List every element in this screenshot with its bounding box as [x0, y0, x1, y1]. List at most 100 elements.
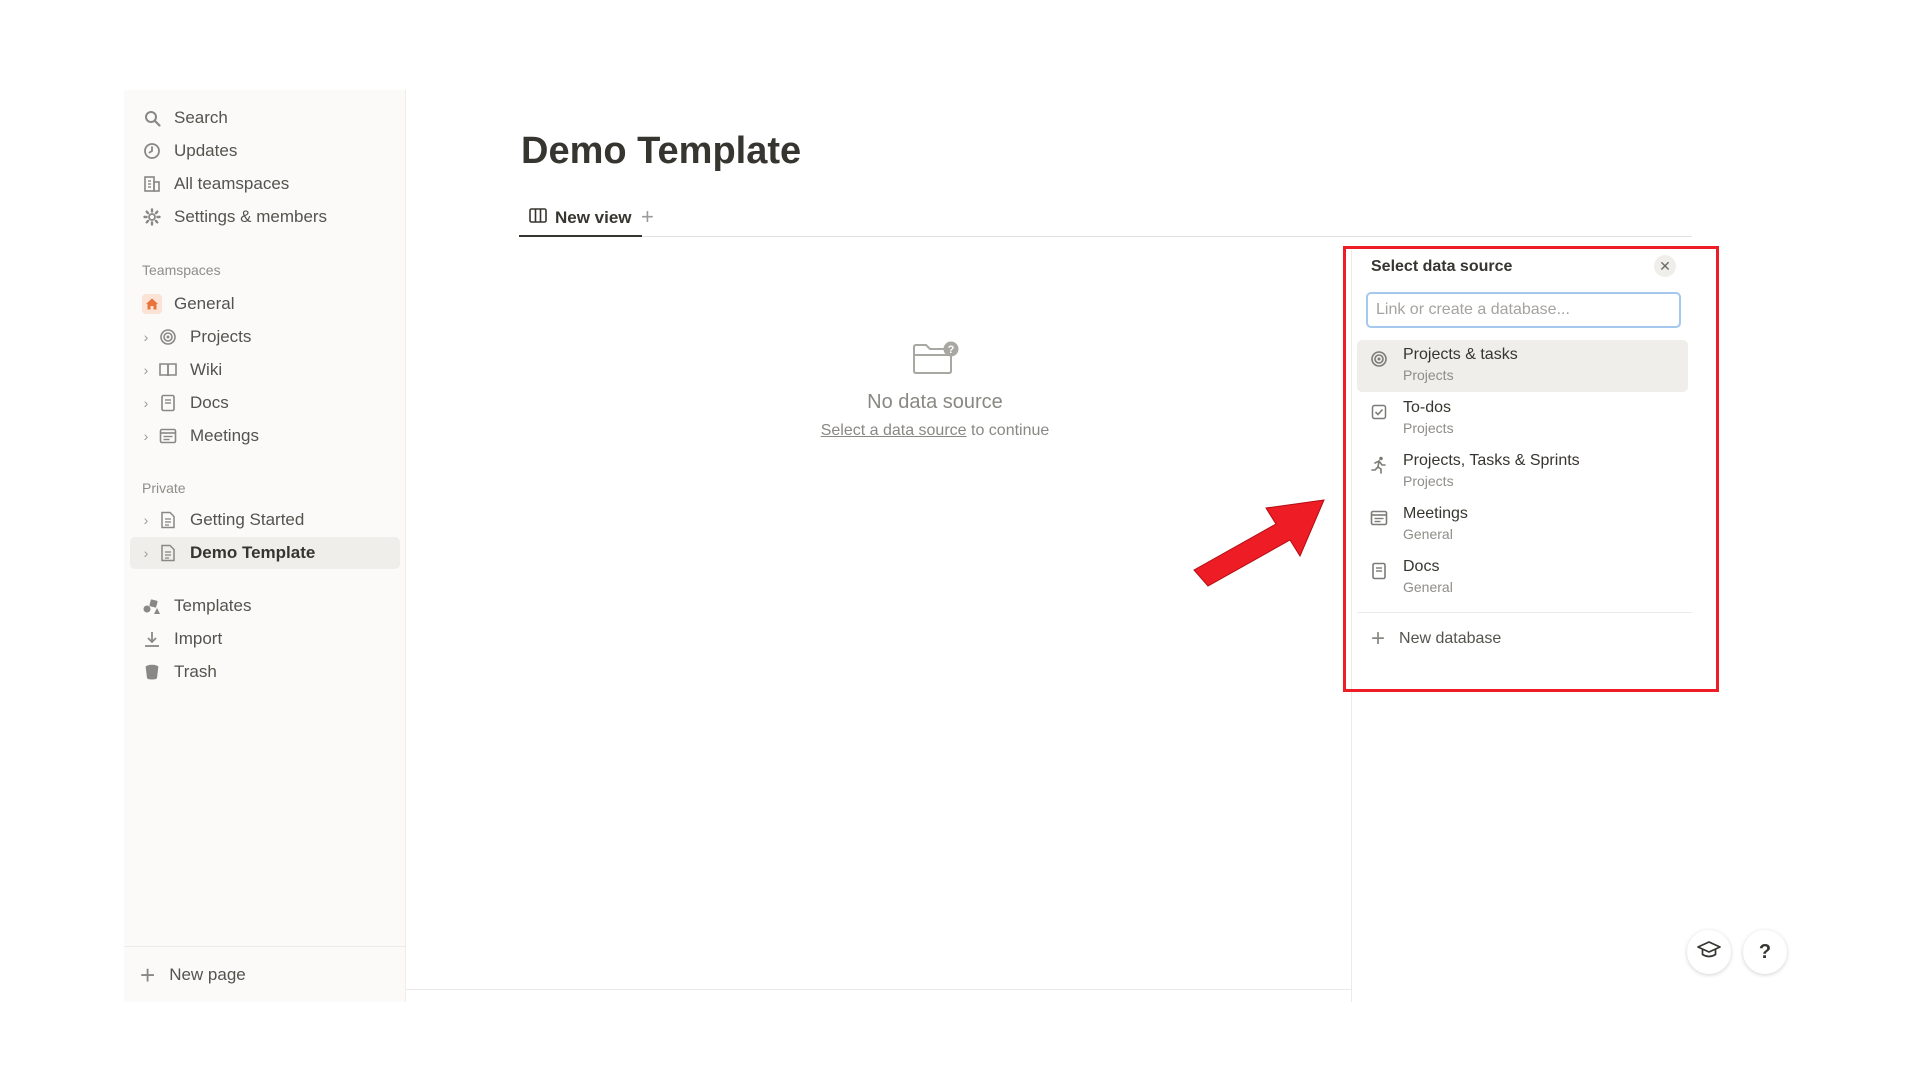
sidebar-item-label: Getting Started [190, 510, 305, 529]
empty-subtitle: Select a data source to continue [800, 422, 1070, 440]
empty-title: No data source [867, 391, 1003, 413]
sidebar-item-label: Trash [174, 662, 217, 681]
sidebar-item-search[interactable]: Search [130, 102, 400, 134]
item-subtitle: General [1403, 579, 1453, 595]
teamspaces-heading: Teamspaces [142, 262, 221, 278]
item-name: To-dos [1403, 399, 1452, 416]
divider [1357, 612, 1692, 613]
question-mark-icon: ? [1758, 940, 1772, 963]
sidebar-item-label: General [174, 294, 235, 313]
item-subtitle: General [1403, 526, 1453, 542]
new-page-button[interactable]: + New page [124, 946, 406, 1002]
panel-title: Select data source [1371, 258, 1513, 275]
sidebar-item-label: Import [174, 629, 223, 648]
new-database-label: New database [1399, 630, 1502, 647]
item-name: Projects & tasks [1403, 346, 1518, 363]
sidebar-item-getting-started[interactable]: › Getting Started [130, 504, 400, 536]
checkbox-icon [1369, 402, 1389, 422]
plus-icon: + [1371, 625, 1386, 652]
view-tabs: New view + [519, 200, 1692, 237]
database-search-input[interactable] [1366, 292, 1681, 328]
data-source-item[interactable]: To-dos Projects [1357, 393, 1688, 445]
runner-icon [1369, 455, 1389, 475]
svg-text:?: ? [948, 344, 955, 356]
sidebar-item-label: Settings & members [174, 207, 328, 226]
sidebar-item-templates[interactable]: Templates [130, 590, 400, 622]
sidebar-item-all-teamspaces[interactable]: All teamspaces [130, 168, 400, 200]
item-name: Projects, Tasks & Sprints [1403, 452, 1580, 469]
learn-button[interactable] [1687, 930, 1731, 974]
add-view-button[interactable]: + [641, 204, 654, 230]
new-page-label: New page [169, 964, 246, 984]
sidebar-item-label: Docs [190, 393, 229, 412]
red-arrow-annotation [1190, 490, 1340, 595]
item-subtitle: Projects [1403, 420, 1454, 436]
sidebar-item-wiki[interactable]: › Wiki [130, 354, 400, 386]
page-title[interactable]: Demo Template [521, 130, 801, 173]
sidebar: Search Updates All teamspaces Settings &… [124, 90, 406, 1002]
sidebar-item-trash[interactable]: Trash [130, 656, 400, 688]
empty-state: ? No data source Select a data source to… [800, 340, 1070, 440]
data-source-item[interactable]: Projects, Tasks & Sprints Projects [1357, 446, 1688, 498]
calendar-icon [156, 424, 180, 448]
sidebar-item-settings[interactable]: Settings & members [130, 201, 400, 233]
empty-suffix: to continue [966, 422, 1050, 439]
sidebar-item-label: Updates [174, 141, 238, 160]
target-icon [1369, 349, 1389, 369]
folder-question-icon: ? [911, 341, 959, 380]
sidebar-item-label: Templates [174, 596, 252, 615]
sidebar-item-projects[interactable]: › Projects [130, 321, 400, 353]
graduation-cap-icon [1697, 940, 1721, 965]
close-icon: ✕ [1659, 257, 1671, 274]
chevron-right-icon[interactable]: › [138, 362, 154, 378]
select-data-source-link[interactable]: Select a data source [821, 422, 967, 439]
sidebar-item-meetings[interactable]: › Meetings [130, 420, 400, 452]
chevron-right-icon[interactable]: › [138, 329, 154, 345]
chevron-right-icon[interactable]: › [138, 512, 154, 528]
sidebar-item-import[interactable]: Import [130, 623, 400, 655]
tab-label: New view [555, 207, 632, 227]
sidebar-item-label: Demo Template [190, 543, 316, 562]
building-icon [140, 172, 164, 196]
data-source-item[interactable]: Projects & tasks Projects [1357, 340, 1688, 392]
data-source-panel: Select data source ✕ Projects & tasks Pr… [1357, 252, 1692, 672]
item-subtitle: Projects [1403, 367, 1454, 383]
sidebar-item-label: All teamspaces [174, 174, 290, 193]
item-subtitle: Projects [1403, 473, 1454, 489]
private-heading: Private [142, 480, 186, 496]
chevron-right-icon[interactable]: › [138, 428, 154, 444]
clock-icon [140, 139, 164, 163]
sidebar-item-label: Search [174, 108, 228, 127]
gear-icon [140, 205, 164, 229]
sidebar-item-docs[interactable]: › Docs [130, 387, 400, 419]
trash-icon [140, 660, 164, 684]
tab-new-view[interactable]: New view [519, 200, 642, 237]
sidebar-item-label: Meetings [190, 426, 259, 445]
book-icon [156, 358, 180, 382]
chevron-right-icon[interactable]: › [138, 395, 154, 411]
sidebar-item-label: Projects [190, 327, 252, 346]
help-button[interactable]: ? [1743, 930, 1787, 974]
data-source-item[interactable]: Meetings General [1357, 499, 1688, 551]
data-source-item[interactable]: Docs General [1357, 552, 1688, 604]
document-icon [1369, 561, 1389, 581]
calendar-icon [1369, 508, 1389, 528]
item-name: Meetings [1403, 505, 1468, 522]
new-database-button[interactable]: + New database [1371, 624, 1501, 654]
item-name: Docs [1403, 558, 1440, 575]
home-icon [140, 292, 164, 316]
document-icon [156, 391, 180, 415]
sidebar-item-demo-template[interactable]: › Demo Template [130, 537, 400, 569]
divider [406, 989, 1351, 990]
sidebar-item-general[interactable]: General [130, 288, 400, 320]
sidebar-item-updates[interactable]: Updates [130, 135, 400, 167]
target-icon [156, 325, 180, 349]
chevron-right-icon[interactable]: › [138, 545, 154, 561]
plus-icon: + [140, 959, 156, 990]
page-icon [156, 508, 180, 532]
search-icon [140, 106, 164, 130]
templates-icon [140, 594, 164, 618]
close-button[interactable]: ✕ [1654, 255, 1676, 277]
table-icon [529, 207, 547, 228]
page-icon [156, 541, 180, 565]
